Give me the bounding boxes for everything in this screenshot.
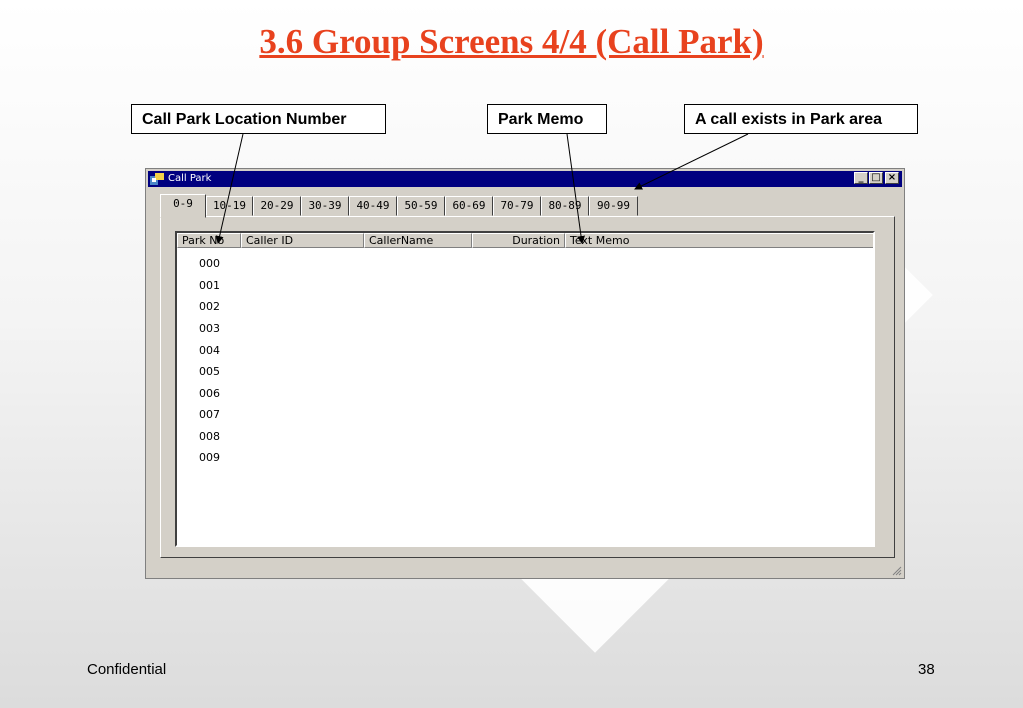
tab-0-9[interactable]: 0-9: [160, 194, 206, 218]
park-no-006[interactable]: 006: [199, 387, 220, 400]
column-header-text-memo[interactable]: Text Memo: [565, 233, 873, 248]
close-button[interactable]: ×: [885, 172, 899, 184]
list-header: Park No Caller ID CallerName Duration Te…: [177, 233, 873, 248]
window-titlebar[interactable]: Call Park _ □ ×: [148, 171, 902, 187]
column-header-caller-name[interactable]: CallerName: [364, 233, 472, 248]
tab-70-79[interactable]: 70-79: [493, 196, 541, 216]
minimize-button[interactable]: _: [854, 172, 868, 184]
park-no-004[interactable]: 004: [199, 344, 220, 357]
column-header-caller-id[interactable]: Caller ID: [241, 233, 364, 248]
park-no-005[interactable]: 005: [199, 365, 220, 378]
park-no-008[interactable]: 008: [199, 430, 220, 443]
callout-park-memo: Park Memo: [487, 104, 607, 134]
park-list[interactable]: Park No Caller ID CallerName Duration Te…: [175, 231, 875, 547]
slide-title: 3.6 Group Screens 4/4 (Call Park): [259, 22, 764, 61]
page-number: 38: [918, 661, 935, 678]
tab-80-89[interactable]: 80-89: [541, 196, 589, 216]
tab-10-19[interactable]: 10-19: [206, 196, 253, 216]
callout-location-number: Call Park Location Number: [131, 104, 386, 134]
footer-confidential: Confidential: [87, 661, 167, 678]
park-no-007[interactable]: 007: [199, 408, 220, 421]
callout-call-exists: A call exists in Park area: [684, 104, 918, 134]
resize-grip-icon[interactable]: [890, 564, 902, 576]
tab-40-49[interactable]: 40-49: [349, 196, 397, 216]
park-no-003[interactable]: 003: [199, 322, 220, 335]
app-icon: [150, 173, 164, 185]
park-no-009[interactable]: 009: [199, 451, 220, 464]
tab-30-39[interactable]: 30-39: [301, 196, 349, 216]
column-header-duration[interactable]: Duration: [472, 233, 565, 248]
window-title: Call Park: [168, 173, 212, 184]
tab-90-99[interactable]: 90-99: [589, 196, 638, 216]
column-header-park-no[interactable]: Park No: [177, 233, 241, 248]
tab-20-29[interactable]: 20-29: [253, 196, 301, 216]
tab-60-69[interactable]: 60-69: [445, 196, 493, 216]
park-no-000[interactable]: 000: [199, 257, 220, 270]
maximize-button[interactable]: □: [869, 172, 883, 184]
park-no-001[interactable]: 001: [199, 279, 220, 292]
park-no-002[interactable]: 002: [199, 300, 220, 313]
tab-50-59[interactable]: 50-59: [397, 196, 445, 216]
call-park-window: Call Park _ □ × 0-9 10-19 20-29 30-39 40…: [145, 168, 905, 579]
